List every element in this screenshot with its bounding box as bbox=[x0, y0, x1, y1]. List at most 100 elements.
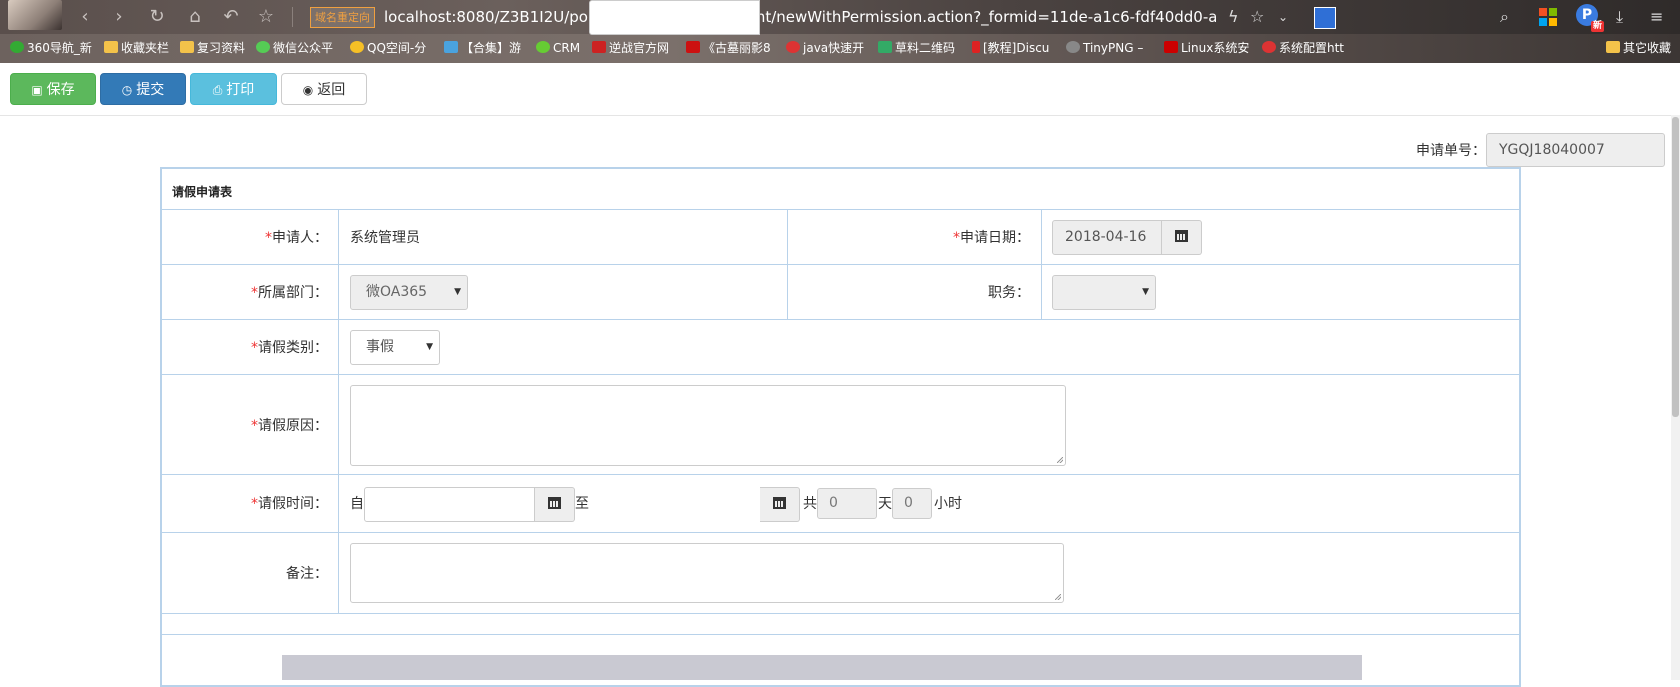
bookmark-label: 《古墓丽影8 bbox=[703, 41, 771, 55]
required-mark: * bbox=[251, 285, 258, 301]
bookmark-folder-other[interactable]: 其它收藏 bbox=[1606, 34, 1671, 63]
bookmark-label: java快速开 bbox=[803, 41, 865, 55]
leave-type-label: *请假类别： bbox=[160, 338, 328, 358]
lightning-icon[interactable]: ϟ bbox=[1228, 6, 1239, 28]
save-label: 保存 bbox=[46, 82, 75, 98]
app-no-input[interactable]: YGQJ18040007 bbox=[1486, 133, 1665, 167]
start-time-input[interactable] bbox=[364, 487, 535, 522]
caret-down-icon: ▼ bbox=[1142, 287, 1149, 297]
hours-unit: 小时 bbox=[934, 496, 962, 512]
caret-down-icon: ▼ bbox=[426, 342, 433, 352]
col-divider bbox=[1041, 209, 1042, 319]
form-toolbar: ▣ 保存 ◷ 提交 ⎙ 打印 ◉ 返回 bbox=[0, 63, 1680, 116]
bookmark-item[interactable]: 360导航_新 bbox=[10, 34, 92, 63]
save-button[interactable]: ▣ 保存 bbox=[10, 73, 96, 105]
submit-button[interactable]: ◷ 提交 bbox=[100, 73, 186, 105]
reason-label-text: 请假原因： bbox=[258, 418, 328, 434]
bookmark-item[interactable]: 【合集】游 bbox=[444, 34, 521, 63]
address-bar-url[interactable]: localhost:8080/Z3B1I2U/portal/dynaform/d… bbox=[384, 5, 1216, 29]
apply-date-label-text: 申请日期： bbox=[960, 230, 1030, 246]
user-avatar[interactable] bbox=[8, 0, 62, 30]
bookmark-item[interactable]: java快速开 bbox=[786, 34, 864, 63]
start-time-calendar-button[interactable] bbox=[535, 487, 575, 522]
position-select[interactable]: ▼ bbox=[1052, 275, 1156, 310]
bookmark-item[interactable]: 草料二维码 bbox=[878, 34, 955, 63]
refresh-icon[interactable]: ↻ bbox=[146, 6, 168, 28]
browser-title-bar: ‹ › ↻ ⌂ ↶ ☆ 域名重定向 localhost:8080/Z3B1I2U… bbox=[0, 0, 1680, 34]
back-icon[interactable]: ‹ bbox=[74, 6, 96, 28]
bookmarks-bar: 360导航_新 收藏夹栏 复习资料 微信公众平 QQ空间-分 【合集】游 CRM… bbox=[0, 34, 1680, 63]
total-label: 共 bbox=[803, 496, 817, 512]
forward-icon[interactable]: › bbox=[108, 6, 130, 28]
bookmark-item[interactable]: [教程]Discu bbox=[972, 34, 1049, 63]
bookmark-item[interactable]: 微信公众平 bbox=[256, 34, 333, 63]
bookmark-item[interactable]: 逆战官方网 bbox=[592, 34, 669, 63]
to-label: 至 bbox=[575, 496, 589, 512]
bookmark-label: 逆战官方网 bbox=[609, 41, 670, 55]
bookmark-item[interactable]: 《古墓丽影8 bbox=[686, 34, 771, 63]
remark-textarea[interactable] bbox=[350, 543, 1064, 603]
required-mark: * bbox=[251, 496, 258, 512]
caret-down-icon: ▼ bbox=[454, 287, 461, 297]
col-divider bbox=[338, 209, 339, 613]
row-divider bbox=[160, 374, 1521, 375]
calendar-icon bbox=[548, 497, 561, 509]
home-icon[interactable]: ⌂ bbox=[184, 6, 206, 28]
bookmark-item[interactable]: 复习资料 bbox=[180, 34, 245, 63]
end-time-input[interactable] bbox=[589, 0, 760, 35]
star-icon[interactable]: ☆ bbox=[255, 6, 277, 28]
bookmark-item[interactable]: CRM bbox=[536, 34, 580, 63]
remark-label: 备注： bbox=[286, 566, 328, 582]
redirect-badge[interactable]: 域名重定向 bbox=[310, 7, 375, 28]
row-divider bbox=[160, 209, 1521, 210]
apply-date-input[interactable]: 2018-04-16 bbox=[1052, 220, 1162, 255]
print-label: 打印 bbox=[226, 82, 255, 98]
bookmark-item[interactable]: 收藏夹栏 bbox=[104, 34, 169, 63]
apps-icon[interactable] bbox=[1539, 8, 1557, 26]
bookmark-label: 草料二维码 bbox=[895, 41, 956, 55]
print-button[interactable]: ⎙ 打印 bbox=[190, 73, 277, 105]
chevron-down-icon[interactable]: ⌄ bbox=[1278, 6, 1288, 28]
required-mark: * bbox=[953, 230, 960, 246]
form-title: 请假申请表 bbox=[172, 185, 233, 199]
position-label: 职务： bbox=[988, 285, 1030, 301]
apply-date-calendar-button[interactable] bbox=[1162, 220, 1202, 255]
menu-icon[interactable]: ≡ bbox=[1650, 6, 1663, 28]
back-button[interactable]: ◉ 返回 bbox=[281, 73, 367, 105]
bookmark-label: 系统配置htt bbox=[1279, 41, 1345, 55]
applicant-label-text: 申请人： bbox=[272, 230, 328, 246]
reason-label: *请假原因： bbox=[160, 416, 328, 436]
back-label: 返回 bbox=[317, 82, 346, 98]
days-input[interactable]: 0 bbox=[817, 488, 877, 519]
required-mark: * bbox=[265, 230, 272, 246]
download-icon[interactable]: ⤓ bbox=[1616, 6, 1623, 28]
paw-icon[interactable] bbox=[1314, 7, 1336, 29]
time-label: *请假时间： bbox=[160, 494, 328, 514]
scrollbar-thumb[interactable] bbox=[1672, 117, 1679, 417]
bookmark-label: 复习资料 bbox=[197, 41, 246, 55]
search-icon[interactable]: ⌕ bbox=[1500, 6, 1509, 28]
leave-type-label-text: 请假类别： bbox=[258, 340, 328, 356]
bookmark-item[interactable]: 系统配置htt bbox=[1262, 34, 1344, 63]
reason-textarea[interactable] bbox=[350, 385, 1066, 466]
p-extension-icon[interactable]: P新 bbox=[1576, 4, 1604, 32]
bookmark-item[interactable]: QQ空间-分 bbox=[350, 34, 426, 63]
dept-select[interactable]: 微OA365 ▼ bbox=[350, 275, 468, 310]
undo-icon[interactable]: ↶ bbox=[220, 6, 242, 28]
row-divider bbox=[160, 474, 1521, 475]
bookmark-label: 其它收藏 bbox=[1623, 41, 1672, 55]
printer-icon: ⎙ bbox=[212, 83, 223, 97]
bookmark-label: Linux系统安 bbox=[1181, 41, 1250, 55]
bookmark-star-icon[interactable]: ☆ bbox=[1250, 6, 1264, 28]
bookmark-label: QQ空间-分 bbox=[367, 41, 427, 55]
leave-type-select[interactable]: 事假 ▼ bbox=[350, 330, 440, 365]
bookmark-item[interactable]: TinyPNG – bbox=[1066, 34, 1143, 63]
applicant-value: 系统管理员 bbox=[350, 230, 420, 246]
hours-input[interactable]: 0 bbox=[892, 488, 932, 519]
page-scrollbar[interactable] bbox=[1671, 115, 1680, 680]
col-divider bbox=[787, 209, 788, 319]
clock-icon: ◷ bbox=[121, 83, 133, 97]
apply-date-label: *申请日期： bbox=[800, 228, 1030, 248]
end-time-calendar-button[interactable] bbox=[760, 487, 800, 522]
bookmark-item[interactable]: Linux系统安 bbox=[1164, 34, 1249, 63]
